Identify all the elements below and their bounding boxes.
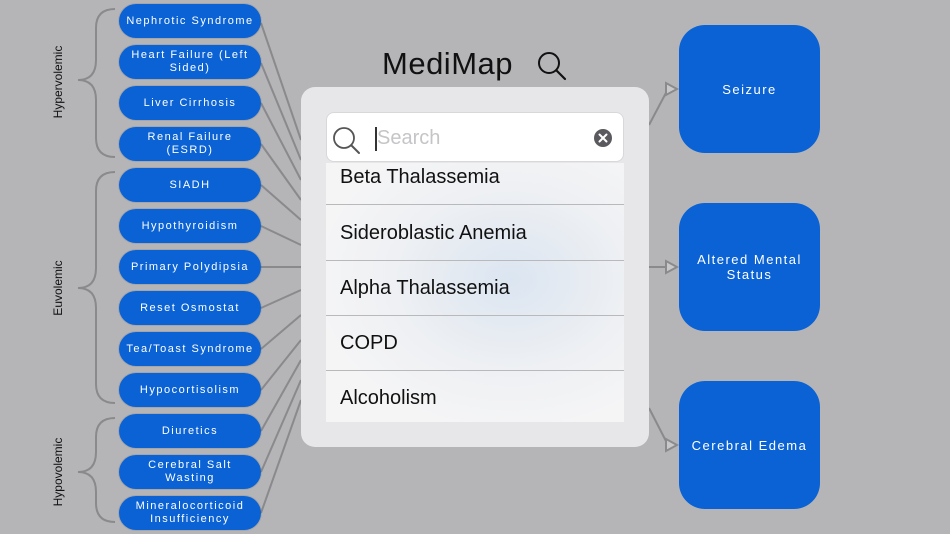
result-item-sideroblastic-anemia[interactable]: Sideroblastic Anemia [326, 206, 624, 261]
group-label-hypovolemic: Hypovolemic [51, 437, 65, 507]
cause-nephrotic-syndrome[interactable]: Nephrotic Syndrome [119, 4, 261, 38]
euvolemic-brace [77, 171, 116, 404]
outcome-seizure[interactable]: Seizure [679, 25, 820, 153]
cause-liver-cirrhosis[interactable]: Liver Cirrhosis [119, 86, 261, 120]
result-item-beta-thalassemia[interactable]: Beta Thalassemia [326, 163, 624, 205]
cause-primary-polydipsia[interactable]: Primary Polydipsia [119, 250, 261, 284]
search-input[interactable] [377, 123, 587, 153]
app-title: MediMap [382, 46, 513, 81]
cause-renal-failure[interactable]: Renal Failure (ESRD) [119, 127, 261, 161]
clear-search-icon[interactable] [594, 129, 612, 147]
cause-siadh[interactable]: SIADH [119, 168, 261, 202]
ams-arrowhead [665, 259, 680, 275]
cause-diuretics[interactable]: Diuretics [119, 414, 261, 448]
result-item-alpha-thalassemia[interactable]: Alpha Thalassemia [326, 261, 624, 316]
search-results-list[interactable]: Beta Thalassemia Sideroblastic Anemia Al… [326, 163, 624, 422]
cause-heart-failure[interactable]: Heart Failure (Left Sided) [119, 45, 261, 79]
search-bar[interactable] [326, 112, 624, 162]
seizure-arrowhead [665, 81, 680, 97]
cause-hypocortisolism[interactable]: Hypocortisolism [119, 373, 261, 407]
group-label-hypervolemic: Hypervolemic [51, 45, 65, 119]
search-magnifier-icon [333, 127, 360, 154]
hypovolemic-brace [77, 417, 116, 523]
cause-tea-toast-syndrome[interactable]: Tea/Toast Syndrome [119, 332, 261, 366]
cause-mineralocorticoid-insufficiency[interactable]: Mineralocorticoid Insufficiency [119, 496, 261, 530]
outcome-altered-mental-status[interactable]: Altered Mental Status [679, 203, 820, 331]
search-icon[interactable] [536, 50, 568, 82]
cause-hypothyroidism[interactable]: Hypothyroidism [119, 209, 261, 243]
cause-cerebral-salt-wasting[interactable]: Cerebral Salt Wasting [119, 455, 261, 489]
result-item-alcoholism[interactable]: Alcoholism [326, 371, 624, 422]
group-label-euvolemic: Euvolemic [51, 260, 65, 316]
edema-arrowhead [665, 437, 680, 453]
result-item-copd[interactable]: COPD [326, 316, 624, 371]
cause-reset-osmostat[interactable]: Reset Osmostat [119, 291, 261, 325]
outcome-cerebral-edema[interactable]: Cerebral Edema [679, 381, 820, 509]
hypervolemic-brace [77, 8, 116, 158]
